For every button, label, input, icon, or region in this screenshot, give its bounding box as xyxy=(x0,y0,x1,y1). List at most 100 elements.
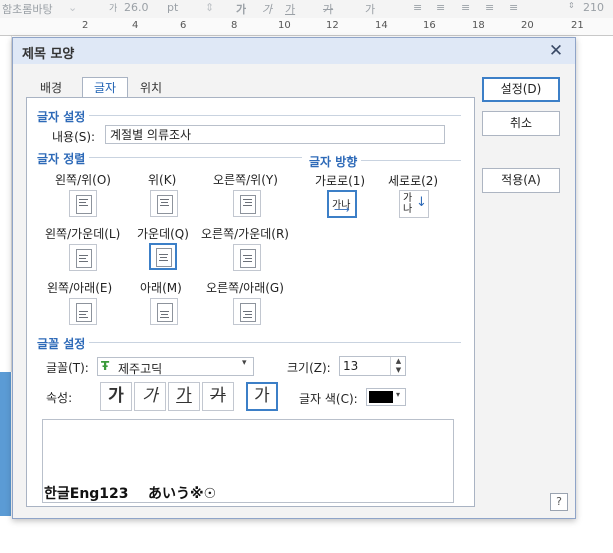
align-bottom-right-label: 오른쪽/아래(G) xyxy=(206,281,284,295)
align-center-label: 가운데(Q) xyxy=(137,227,189,241)
horizontal-direction-button[interactable]: 가나 ⟶ xyxy=(327,190,357,218)
italic-toolbar-icon[interactable]: 가 xyxy=(262,1,272,17)
section-divider xyxy=(37,342,461,343)
alignment-heading: 글자 정렬 xyxy=(37,150,90,167)
horizontal-direction-label: 가로로(1) xyxy=(315,174,366,188)
ruler-label: 21 xyxy=(571,20,584,31)
ruler-label: 16 xyxy=(423,20,436,31)
ruler-label: 20 xyxy=(521,20,534,31)
dialog-title: 제목 모양 xyxy=(22,47,75,62)
vertical-direction-label: 세로로(2) xyxy=(388,174,439,188)
align-bottom-button[interactable] xyxy=(150,298,178,325)
page-icon xyxy=(156,248,172,267)
horizontal-ruler: 2 4 6 8 10 12 14 16 18 20 21 xyxy=(0,18,613,36)
ruler-label: 2 xyxy=(82,20,89,31)
align-middle-left-button[interactable] xyxy=(69,244,97,271)
italic-button[interactable]: 가 xyxy=(134,382,166,411)
apply-button[interactable]: 적용(A) xyxy=(482,168,560,193)
cancel-button[interactable]: 취소 xyxy=(482,111,560,136)
preview-box: 한글Eng123 あいう※☉ xyxy=(42,419,454,503)
section-divider xyxy=(37,115,461,116)
ruler-label: 18 xyxy=(472,20,485,31)
bold-toolbar-icon[interactable]: 가 xyxy=(236,1,246,17)
size-label: 크기(Z): xyxy=(287,361,331,375)
align-bottom-label: 아래(M) xyxy=(140,281,182,295)
font-label: 글꼴(T): xyxy=(46,361,89,375)
page-icon xyxy=(76,249,92,268)
dialog-title-bar[interactable]: 제목 모양 ✕ xyxy=(13,38,575,64)
align-top-left-button[interactable] xyxy=(69,190,97,217)
chevron-down-icon: ▾ xyxy=(396,390,401,399)
align-bottom-left-button[interactable] xyxy=(69,298,97,325)
align-middle-right-button[interactable] xyxy=(233,244,261,271)
bold-button[interactable]: 가 xyxy=(100,382,132,411)
close-icon[interactable]: ✕ xyxy=(545,40,567,62)
line-spacing-value[interactable]: 210 xyxy=(583,1,604,14)
underline-button[interactable]: 가 xyxy=(168,382,200,411)
page-icon xyxy=(240,249,256,268)
vertical-direction-button[interactable]: 가나 ↓ xyxy=(399,190,429,218)
arrow-right-icon: ⟶ xyxy=(334,203,350,216)
page-icon xyxy=(157,303,173,322)
font-face-combo[interactable]: 함초롬바탕 xyxy=(2,1,53,17)
page-icon xyxy=(240,303,256,322)
content-label: 내용(S): xyxy=(52,130,96,144)
align-left-toolbar-icon[interactable]: ≡ xyxy=(413,1,422,14)
document-shape-edge xyxy=(0,372,11,516)
ruler-label: 14 xyxy=(375,20,388,31)
size-stepper[interactable]: 13 ▲ ▼ xyxy=(339,356,406,376)
text-settings-heading: 글자 설정 xyxy=(37,108,90,125)
align-top-label: 위(K) xyxy=(148,173,177,187)
align-top-right-button[interactable] xyxy=(233,190,261,217)
font-size-combo[interactable]: 26.0 xyxy=(124,1,149,14)
title-style-dialog: 제목 모양 ✕ 배경 글자 위치 글자 설정 내용(S): 계절별 의류조사 글… xyxy=(12,37,576,519)
truetype-font-icon: Ŧ xyxy=(101,359,110,373)
align-center-toolbar-icon[interactable]: ≡ xyxy=(436,1,445,14)
superscript-toolbar-icon[interactable]: 가 xyxy=(365,1,375,17)
font-settings-heading: 글꼴 설정 xyxy=(37,335,90,352)
font-value: 제주고딕 xyxy=(118,362,163,376)
normal-button[interactable]: 가 xyxy=(246,382,278,411)
page-icon xyxy=(157,195,173,214)
distribute-toolbar-icon[interactable]: ≡ xyxy=(509,1,518,14)
ruler-label: 6 xyxy=(180,20,187,31)
align-bottom-right-button[interactable] xyxy=(233,298,261,325)
content-input[interactable]: 계절별 의류조사 xyxy=(105,125,445,144)
help-icon[interactable]: ? xyxy=(550,493,568,511)
line-spacing-icon: ⇕ xyxy=(568,1,575,10)
chevron-down-icon: ▾ xyxy=(242,358,247,368)
tab-position[interactable]: 위치 xyxy=(131,78,171,98)
align-middle-left-label: 왼쪽/가운데(L) xyxy=(45,227,121,241)
tab-text[interactable]: 글자 xyxy=(82,77,128,99)
spin-arrows-icon[interactable]: ▲ ▼ xyxy=(390,357,406,375)
underline-toolbar-icon[interactable]: 가 xyxy=(285,1,295,17)
size-unit[interactable]: pt xyxy=(167,1,178,14)
ok-button[interactable]: 설정(D) xyxy=(482,77,560,102)
direction-heading: 글자 방향 xyxy=(309,153,362,170)
align-right-toolbar-icon[interactable]: ≡ xyxy=(461,1,470,14)
align-top-left-label: 왼쪽/위(O) xyxy=(55,173,111,187)
page-icon xyxy=(76,195,92,214)
align-bottom-left-label: 왼쪽/아래(E) xyxy=(47,281,113,295)
page-icon xyxy=(76,303,92,322)
strike-toolbar-icon[interactable]: 가 xyxy=(323,1,333,17)
ruler-label: 8 xyxy=(231,20,238,31)
text-color-picker[interactable]: ▾ xyxy=(366,388,406,406)
ruler-label: 4 xyxy=(132,20,139,31)
tab-background[interactable]: 배경 xyxy=(31,78,71,98)
size-value: 13 xyxy=(343,359,359,373)
strikethrough-button[interactable]: 가 xyxy=(202,382,234,411)
arrow-down-icon: ↓ xyxy=(416,195,427,210)
justify-toolbar-icon[interactable]: ≡ xyxy=(485,1,494,14)
font-size-icon: 가 xyxy=(109,4,118,14)
vertical-text-icon: 가나 xyxy=(403,193,413,215)
font-select[interactable]: Ŧ 제주고딕 ▾ xyxy=(97,357,254,376)
document-margin xyxy=(0,36,12,372)
align-top-button[interactable] xyxy=(150,190,178,217)
font-face-dropdown-icon: ⌄ xyxy=(68,1,78,14)
align-top-right-label: 오른쪽/위(Y) xyxy=(213,173,278,187)
align-center-button[interactable] xyxy=(149,243,177,270)
ruler-label: 12 xyxy=(326,20,339,31)
size-spin-icon: ⇕ xyxy=(205,1,215,14)
text-color-label: 글자 색(C): xyxy=(299,392,358,406)
